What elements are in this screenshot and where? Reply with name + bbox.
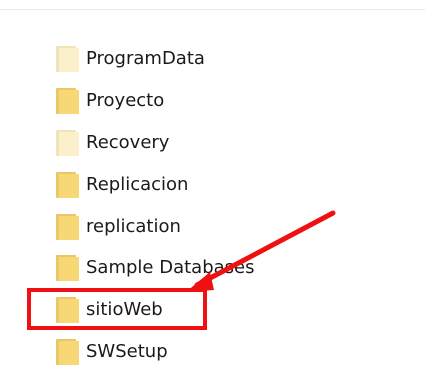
folder-item-programdata[interactable]: ProgramData xyxy=(56,38,254,80)
folder-list: ProgramData Proyecto Recovery Replicacio… xyxy=(56,38,254,366)
folder-icon xyxy=(56,255,79,282)
folder-label: Replicacion xyxy=(86,173,189,195)
folder-label: SWSetup xyxy=(86,341,168,363)
folder-label: Proyecto xyxy=(86,89,165,111)
folder-icon xyxy=(56,129,79,156)
folder-item-sample-databases[interactable]: Sample Databases xyxy=(56,247,254,289)
folder-icon xyxy=(56,213,79,240)
folder-icon xyxy=(56,339,79,366)
folder-item-replication[interactable]: replication xyxy=(56,206,254,248)
folder-icon xyxy=(56,297,79,324)
folder-item-recovery[interactable]: Recovery xyxy=(56,122,254,164)
folder-label: Sample Databases xyxy=(86,257,255,279)
folder-icon xyxy=(56,87,79,114)
folder-item-sitioweb[interactable]: sitioWeb xyxy=(56,289,254,331)
top-divider xyxy=(0,9,425,10)
folder-label: ProgramData xyxy=(86,47,205,69)
folder-label: Recovery xyxy=(86,131,170,153)
folder-label: sitioWeb xyxy=(86,299,163,321)
folder-icon xyxy=(56,45,79,72)
folder-icon xyxy=(56,171,79,198)
folder-item-proyecto[interactable]: Proyecto xyxy=(56,80,254,122)
folder-item-swsetup[interactable]: SWSetup xyxy=(56,331,254,366)
folder-item-replicacion[interactable]: Replicacion xyxy=(56,164,254,206)
folder-label: replication xyxy=(86,215,181,237)
